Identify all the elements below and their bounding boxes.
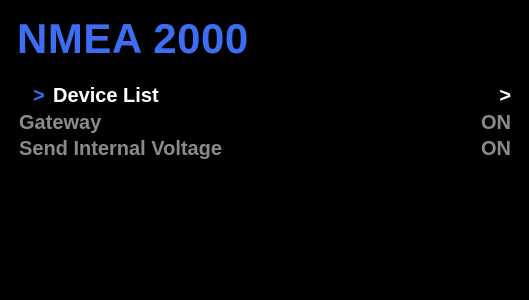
settings-menu: > Device List > Gateway ON Send Internal… <box>0 83 529 163</box>
menu-item-send-internal-voltage[interactable]: Send Internal Voltage ON <box>0 136 529 163</box>
nmea-settings-screen: NMEA 2000 > Device List > Gateway ON Sen… <box>0 0 529 300</box>
menu-item-device-list[interactable]: > Device List > <box>0 83 529 110</box>
menu-item-label: Device List <box>53 85 159 107</box>
chevron-right-icon: > <box>499 85 511 107</box>
menu-item-label: Send Internal Voltage <box>19 138 222 160</box>
menu-item-value: ON <box>481 111 511 134</box>
menu-item-value: ON <box>481 138 511 160</box>
menu-item-gateway[interactable]: Gateway ON <box>0 110 529 137</box>
selection-cursor-icon: > <box>33 85 45 107</box>
page-title: NMEA 2000 <box>17 15 249 62</box>
menu-item-label: Gateway <box>19 111 102 134</box>
